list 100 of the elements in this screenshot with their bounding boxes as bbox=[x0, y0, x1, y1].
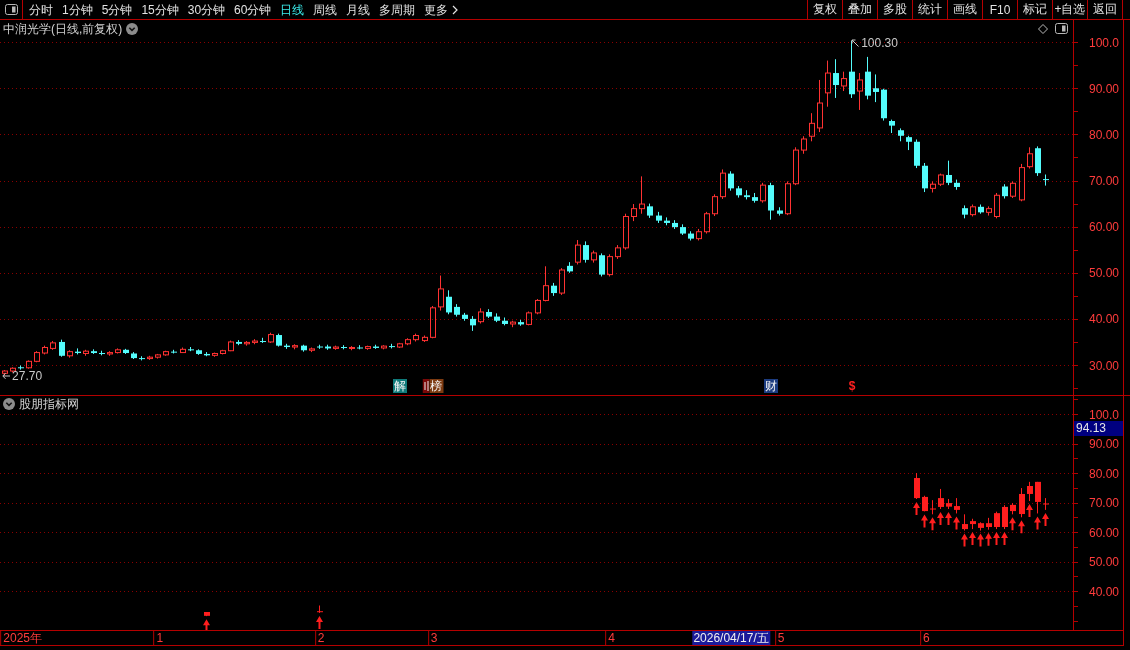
candle bbox=[1019, 163, 1025, 202]
candle bbox=[801, 135, 807, 155]
candle bbox=[284, 343, 290, 350]
candle bbox=[986, 205, 992, 217]
panel-toggle-icon[interactable] bbox=[1055, 23, 1068, 34]
candle bbox=[333, 345, 339, 351]
candle bbox=[728, 170, 734, 192]
y-axis-label: 80.00 bbox=[1088, 466, 1119, 481]
event-symbol[interactable]: $ bbox=[848, 379, 856, 393]
event-marker-icon[interactable] bbox=[422, 379, 430, 393]
candle bbox=[607, 253, 613, 277]
candle bbox=[99, 350, 105, 356]
candle bbox=[946, 160, 952, 186]
candle bbox=[1027, 146, 1033, 169]
period-tab[interactable]: 60分钟 bbox=[234, 0, 272, 19]
y-axis-label: 60.00 bbox=[1088, 220, 1119, 235]
event-tag[interactable]: 榜 bbox=[429, 379, 444, 393]
y-axis-label: 30.00 bbox=[1088, 358, 1119, 373]
panel-toggle-icon bbox=[4, 4, 18, 15]
candle bbox=[978, 204, 984, 215]
candle bbox=[954, 497, 960, 514]
period-tab[interactable]: 15分钟 bbox=[141, 0, 179, 19]
candle bbox=[615, 244, 621, 260]
toolbar-button[interactable]: 返回 bbox=[1087, 0, 1122, 19]
candle bbox=[938, 173, 944, 187]
candle bbox=[889, 119, 895, 134]
candle bbox=[914, 138, 920, 169]
y-axis-label: 50.00 bbox=[1088, 266, 1119, 281]
candle bbox=[1010, 502, 1016, 515]
y-axis-label: 70.00 bbox=[1088, 174, 1119, 188]
period-tab[interactable]: 日线 bbox=[280, 0, 305, 19]
toolbar-button[interactable]: 多股 bbox=[877, 0, 912, 19]
y-axis-label: 40.00 bbox=[1088, 312, 1119, 327]
toolbar-button[interactable]: F10 bbox=[982, 0, 1017, 19]
candle bbox=[75, 347, 81, 355]
candle bbox=[316, 605, 324, 614]
candle bbox=[962, 513, 968, 532]
candle bbox=[1027, 481, 1033, 502]
candle bbox=[970, 204, 976, 217]
candle bbox=[1010, 180, 1016, 199]
candle bbox=[1002, 183, 1008, 199]
toolbar-button[interactable]: 画线 bbox=[947, 0, 982, 19]
candle bbox=[171, 349, 177, 354]
candle bbox=[712, 193, 718, 217]
chevron-down-icon[interactable] bbox=[126, 23, 139, 35]
candle bbox=[228, 340, 234, 352]
candle bbox=[59, 339, 65, 358]
candle bbox=[954, 179, 960, 191]
toolbar-button[interactable]: 复权 bbox=[807, 0, 842, 19]
period-tab[interactable]: 月线 bbox=[346, 0, 371, 19]
event-tag[interactable]: 解 bbox=[393, 379, 408, 393]
candle bbox=[986, 517, 992, 531]
event-tag[interactable]: 财 bbox=[764, 379, 779, 393]
candle bbox=[212, 352, 218, 358]
candle bbox=[793, 146, 799, 186]
arrow-icon bbox=[2, 371, 11, 380]
candle bbox=[123, 348, 129, 355]
candle bbox=[817, 79, 823, 133]
candle bbox=[446, 289, 452, 315]
candle bbox=[906, 135, 912, 151]
candle bbox=[204, 351, 210, 357]
y-axis-label: 80.00 bbox=[1088, 127, 1119, 142]
toolbar-button[interactable]: 叠加 bbox=[842, 0, 877, 19]
candle bbox=[381, 344, 387, 350]
candle bbox=[994, 192, 1000, 219]
candle bbox=[357, 344, 363, 350]
period-tab[interactable]: 5分钟 bbox=[101, 0, 133, 19]
candle bbox=[704, 211, 710, 235]
period-tab[interactable]: 更多 bbox=[424, 0, 459, 19]
candle bbox=[462, 312, 468, 322]
candle bbox=[535, 298, 541, 315]
y-axis-label: 60.00 bbox=[1088, 525, 1119, 540]
toolbar-button[interactable]: 标记 bbox=[1017, 0, 1052, 19]
time-axis-label: 4 bbox=[605, 631, 615, 645]
candle bbox=[405, 337, 411, 346]
candle bbox=[922, 162, 928, 193]
period-tab[interactable]: 30分钟 bbox=[187, 0, 226, 19]
chevron-down-icon[interactable] bbox=[3, 398, 15, 410]
candle bbox=[389, 343, 395, 349]
candle bbox=[664, 216, 670, 226]
candle bbox=[42, 345, 48, 355]
candle bbox=[656, 211, 662, 224]
candle bbox=[373, 344, 379, 350]
candle bbox=[865, 56, 871, 100]
toolbar-button[interactable]: 统计 bbox=[912, 0, 947, 19]
period-tab[interactable]: 1分钟 bbox=[62, 0, 93, 19]
y-axis-label: 50.00 bbox=[1088, 555, 1119, 570]
candle bbox=[470, 315, 476, 332]
period-tab[interactable]: 周线 bbox=[313, 0, 338, 19]
candle bbox=[204, 611, 210, 617]
candle bbox=[236, 339, 242, 346]
candle bbox=[551, 282, 557, 297]
candle bbox=[978, 521, 984, 532]
diamond-icon[interactable] bbox=[1038, 23, 1048, 34]
toolbar-button[interactable]: +自选 bbox=[1052, 0, 1087, 19]
period-tab[interactable]: 分时 bbox=[29, 0, 53, 19]
cursor-value-label: 94.13 bbox=[1074, 421, 1123, 436]
candle bbox=[196, 348, 202, 356]
candle bbox=[575, 239, 581, 265]
period-tab[interactable]: 多周期 bbox=[379, 0, 416, 19]
